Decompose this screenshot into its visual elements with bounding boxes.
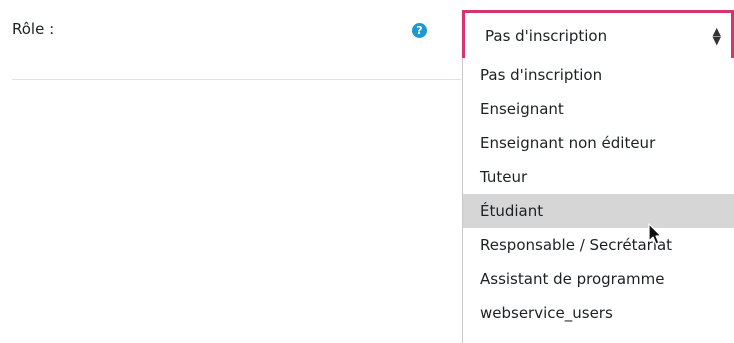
dropdown-option-responsable-secretariat[interactable]: Responsable / Secrétariat (463, 228, 734, 262)
dropdown-option-etudiant[interactable]: Étudiant (463, 194, 734, 228)
mouse-pointer-icon (648, 223, 662, 245)
role-select-value: Pas d'inscription (485, 27, 608, 45)
dropdown-option-enseignant[interactable]: Enseignant (463, 92, 734, 126)
dropdown-option-webservice-users[interactable]: webservice_users (463, 296, 734, 330)
dropdown-option-assistant-de-programme[interactable]: Assistant de programme (463, 262, 734, 296)
sort-arrows-icon: ▲ ▼ (712, 25, 721, 47)
dropdown-option-tuteur[interactable]: Tuteur (463, 160, 734, 194)
help-glyph: ? (416, 24, 423, 37)
dropdown-option-pas-dinscription[interactable]: Pas d'inscription (463, 58, 734, 92)
form-divider (12, 79, 461, 80)
question-circle-icon[interactable]: ? (412, 23, 427, 38)
role-dropdown-list: Pas d'inscription Enseignant Enseignant … (462, 58, 734, 343)
enrolment-role-form: Rôle : ? Pas d'inscription ▲ ▼ Pas d'insc… (0, 0, 734, 343)
role-label: Rôle : (12, 20, 55, 38)
dropdown-option-enseignant-non-editeur[interactable]: Enseignant non éditeur (463, 126, 734, 160)
role-select[interactable]: Pas d'inscription ▲ ▼ (462, 10, 734, 58)
